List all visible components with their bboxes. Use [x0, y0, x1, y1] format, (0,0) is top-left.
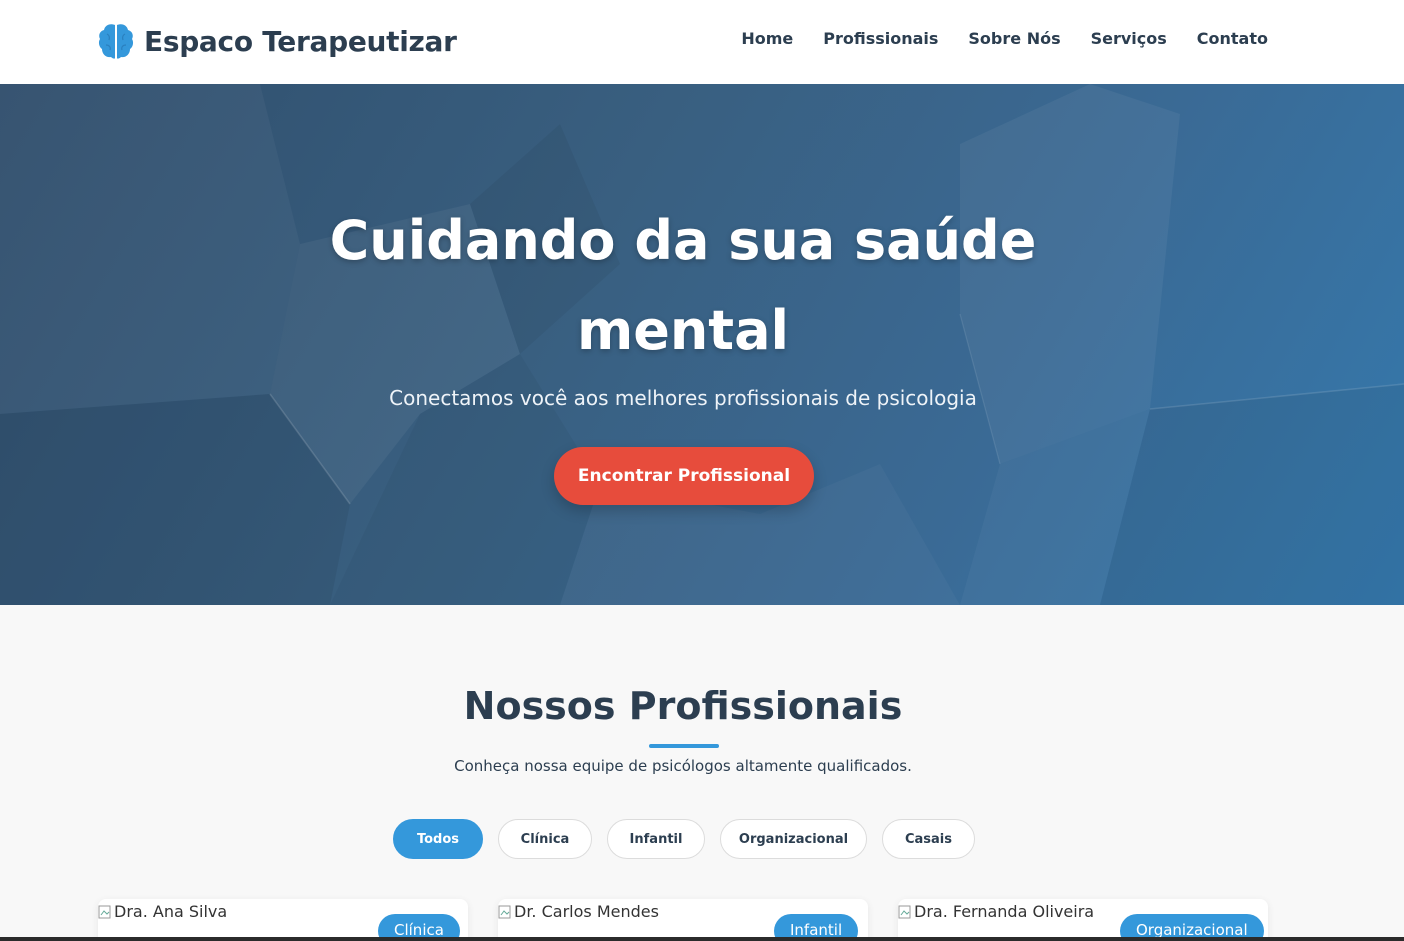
broken-image-icon — [98, 904, 112, 920]
professional-photo: Dra. Ana Silva — [98, 902, 227, 921]
professional-photo-alt: Dr. Carlos Mendes — [514, 902, 659, 921]
filter-infantil[interactable]: Infantil — [607, 819, 705, 859]
hero-title-line-1: Cuidando da sua saúde — [329, 209, 1037, 272]
brain-icon — [98, 22, 134, 60]
window-bottom-edge — [0, 937, 1404, 941]
professionals-title: Nossos Profissionais — [463, 684, 903, 728]
professional-photo: Dra. Fernanda Oliveira — [898, 902, 1094, 921]
professional-card[interactable]: Dra. Fernanda Oliveira Organizacional — [898, 899, 1268, 941]
filter-todos[interactable]: Todos — [393, 819, 483, 859]
broken-image-icon — [498, 904, 512, 920]
hero-title: Cuidando da sua saúde mental — [0, 196, 1366, 376]
find-professional-button[interactable]: Encontrar Profissional — [554, 447, 814, 505]
brand-logo[interactable]: Espaco Terapeutizar — [98, 22, 457, 60]
specialty-filters: Todos Clínica Infantil Organizacional Ca… — [0, 819, 1404, 859]
nav-contato[interactable]: Contato — [1197, 29, 1268, 48]
professional-photo: Dr. Carlos Mendes — [498, 902, 659, 921]
filter-clinica[interactable]: Clínica — [498, 819, 592, 859]
main-nav: Home Profissionais Sobre Nós Serviços Co… — [711, 29, 1268, 48]
filter-casais[interactable]: Casais — [882, 819, 975, 859]
professional-card[interactable]: Dra. Ana Silva Clínica — [98, 899, 468, 941]
nav-profissionais[interactable]: Profissionais — [823, 29, 938, 48]
broken-image-icon — [898, 904, 912, 920]
professional-photo-alt: Dra. Fernanda Oliveira — [914, 902, 1095, 921]
filter-organizacional[interactable]: Organizacional — [720, 819, 867, 859]
hero-subtitle: Conectamos você aos melhores profissiona… — [389, 386, 977, 410]
hero-title-line-2: mental — [576, 299, 790, 362]
nav-home[interactable]: Home — [741, 29, 793, 48]
nav-sobre-nos[interactable]: Sobre Nós — [968, 29, 1060, 48]
professionals-subtitle: Conheça nossa equipe de psicólogos altam… — [454, 757, 912, 775]
title-underline-divider — [649, 744, 719, 748]
nav-servicos[interactable]: Serviços — [1091, 29, 1167, 48]
professional-card[interactable]: Dr. Carlos Mendes Infantil — [498, 899, 868, 941]
brand-name: Espaco Terapeutizar — [144, 24, 457, 58]
hero-section: Cuidando da sua saúde mental Conectamos … — [0, 84, 1404, 605]
professional-photo-alt: Dra. Ana Silva — [114, 902, 228, 921]
site-header: Espaco Terapeutizar Home Profissionais S… — [0, 0, 1404, 84]
